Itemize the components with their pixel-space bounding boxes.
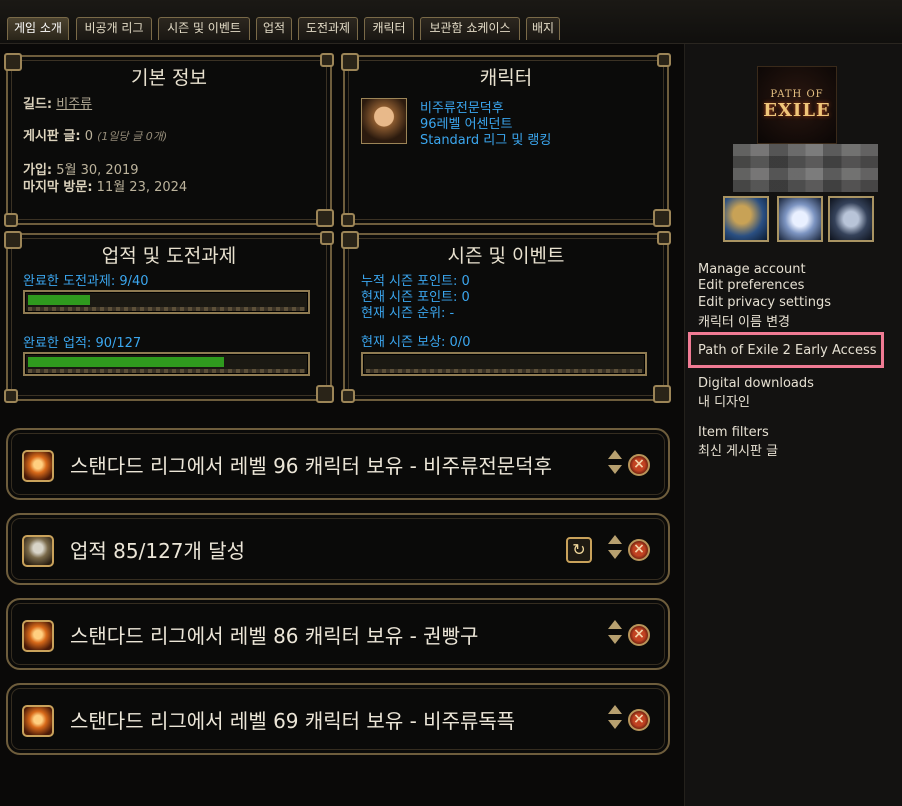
feed-item-text: 스탠다드 리그에서 레벨 86 캐릭터 보유 - 권빵구 (70, 624, 479, 648)
character-icon (22, 620, 54, 652)
remove-button[interactable]: × (628, 454, 650, 476)
last-visit-row: 마지막 방문: 11월 23, 2024 (23, 176, 187, 195)
trophy-icon (22, 535, 54, 567)
badge-icon[interactable] (777, 196, 823, 242)
guild-label: 길드: (23, 97, 53, 112)
tab-characters[interactable]: 캐릭터 (364, 17, 414, 40)
posts-row: 게시판 글: 0 (1일당 글 0개) (23, 125, 167, 144)
guild-link[interactable]: 비주류 (56, 97, 92, 112)
move-up-icon[interactable] (608, 535, 622, 544)
poe2-early-access-link[interactable]: Path of Exile 2 Early Access (698, 343, 876, 358)
manage-account-link[interactable]: Manage account (698, 262, 806, 277)
reorder-arrows[interactable] (606, 535, 624, 569)
badge-icon[interactable] (723, 196, 769, 242)
tab-private-leagues[interactable]: 비공개 리그 (76, 17, 152, 40)
feed-item-text: 스탠다드 리그에서 레벨 96 캐릭터 보유 - 비주류전문덕후 (70, 454, 552, 478)
season-current-rank: 현재 시즌 순위: - (361, 306, 455, 321)
recent-forum-posts-link[interactable]: 최신 게시판 글 (698, 440, 778, 459)
reorder-arrows[interactable] (606, 705, 624, 739)
panel-title: 기본 정보 (131, 67, 207, 89)
feed-item: 스탠다드 리그에서 레벨 96 캐릭터 보유 - 비주류전문덕후 × (6, 428, 670, 500)
item-filters-link[interactable]: Item filters (698, 425, 769, 440)
change-character-name-link[interactable]: 캐릭터 이름 변경 (698, 311, 790, 330)
remove-button[interactable]: × (628, 624, 650, 646)
path-of-exile-logo: PATH OF EXILE (757, 66, 837, 144)
panel-title: 시즌 및 이벤트 (447, 245, 565, 267)
move-down-icon[interactable] (608, 550, 622, 559)
reorder-arrows[interactable] (606, 620, 624, 654)
challenges-progress-bar (23, 290, 310, 314)
move-down-icon[interactable] (608, 465, 622, 474)
logo-bottom-text: EXILE (763, 100, 831, 121)
move-up-icon[interactable] (608, 705, 622, 714)
tab-badges[interactable]: 배지 (526, 17, 560, 40)
move-down-icon[interactable] (608, 720, 622, 729)
bar-track (366, 369, 642, 373)
bar-track (28, 307, 305, 311)
achievements-progress-fill (28, 357, 224, 367)
character-icon (22, 450, 54, 482)
edit-privacy-settings-link[interactable]: Edit privacy settings (698, 295, 831, 310)
tab-achievements[interactable]: 업적 (256, 17, 292, 40)
tab-challenges[interactable]: 도전과제 (298, 17, 358, 40)
posts-value: 0 (84, 129, 93, 144)
season-current-reward: 현재 시즌 보상: 0/0 (361, 335, 471, 350)
reorder-arrows[interactable] (606, 450, 624, 484)
remove-button[interactable]: × (628, 539, 650, 561)
move-up-icon[interactable] (608, 450, 622, 459)
badge-icon[interactable] (828, 196, 874, 242)
guild-row: 길드: 비주류 (23, 93, 92, 112)
achievements-progress-bar (23, 352, 310, 376)
logo-top-text: PATH OF (770, 89, 824, 100)
tab-stash-showcase[interactable]: 보관함 쇼케이스 (420, 17, 520, 40)
move-down-icon[interactable] (608, 635, 622, 644)
panel-title: 업적 및 도전과제 (101, 245, 237, 267)
feed-item: 스탠다드 리그에서 레벨 69 캐릭터 보유 - 비주류독픅 × (6, 683, 670, 755)
censored-username (733, 144, 878, 192)
move-up-icon[interactable] (608, 620, 622, 629)
edit-preferences-link[interactable]: Edit preferences (698, 278, 804, 293)
challenges-label: 완료한 도전과제: 9/40 (23, 274, 149, 289)
last-visit-value: 11월 23, 2024 (96, 180, 188, 195)
remove-button[interactable]: × (628, 709, 650, 731)
feed-item: 업적 85/127개 달성 ↻ × (6, 513, 670, 585)
tab-game-intro[interactable]: 게임 소개 (7, 17, 69, 40)
posts-rate: (1일당 글 0개) (97, 130, 168, 143)
feed-item: 스탠다드 리그에서 레벨 86 캐릭터 보유 - 권빵구 × (6, 598, 670, 670)
profile-tab-bar: 게임 소개 비공개 리그 시즌 및 이벤트 업적 도전과제 캐릭터 보관함 쇼케… (0, 0, 902, 44)
character-league-link[interactable]: Standard 리그 및 랭킹 (420, 129, 551, 148)
posts-label: 게시판 글: (23, 129, 81, 144)
panel-title: 캐릭터 (479, 67, 533, 89)
feed-item-text: 스탠다드 리그에서 레벨 69 캐릭터 보유 - 비주류독픅 (70, 709, 516, 733)
refresh-button[interactable]: ↻ (566, 537, 592, 563)
digital-downloads-link[interactable]: Digital downloads (698, 376, 814, 391)
season-reward-progress-bar (361, 352, 647, 376)
achievements-label: 완료한 업적: 90/127 (23, 336, 142, 351)
tab-seasons-events[interactable]: 시즌 및 이벤트 (158, 17, 250, 40)
bar-track (28, 369, 305, 373)
challenges-progress-fill (28, 295, 90, 305)
character-icon (22, 705, 54, 737)
last-visit-label: 마지막 방문: (23, 180, 93, 195)
my-designs-link[interactable]: 내 디자인 (698, 391, 750, 410)
feed-item-text: 업적 85/127개 달성 (70, 539, 246, 563)
character-avatar[interactable] (361, 98, 407, 144)
